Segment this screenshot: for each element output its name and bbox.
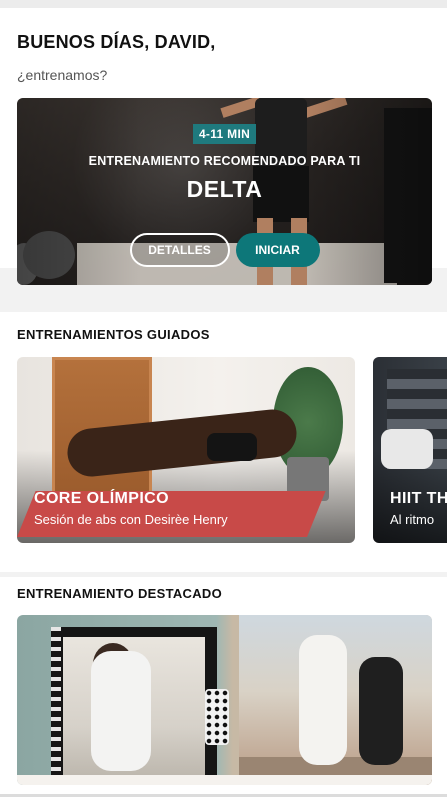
card-subtitle: Al ritmo bbox=[390, 512, 435, 527]
recommended-workout-card[interactable]: 4-11 MIN ENTRENAMIENTO RECOMENDADO PARA … bbox=[17, 98, 432, 285]
guided-workouts-section: ENTRENAMIENTOS GUIADOS CORE OLÍMPICO Ses… bbox=[0, 312, 447, 572]
film-strip-image bbox=[51, 627, 217, 785]
guided-heading: ENTRENAMIENTOS GUIADOS bbox=[17, 327, 210, 342]
featured-workout-card[interactable] bbox=[17, 615, 432, 785]
card-title: CORE OLÍMPICO bbox=[34, 490, 169, 507]
recommended-content: 4-11 MIN ENTRENAMIENTO RECOMENDADO PARA … bbox=[17, 124, 432, 203]
greeting-title: BUENOS DÍAS, DAVID, bbox=[17, 32, 216, 52]
featured-heading: ENTRENAMIENTO DESTACADO bbox=[17, 586, 223, 601]
card-subtitle: Sesión de abs con Desirèe Henry bbox=[34, 512, 228, 527]
card-title: HIIT TH bbox=[390, 490, 447, 507]
torn-paper-edge bbox=[17, 775, 432, 785]
recommended-kicker: ENTRENAMIENTO RECOMENDADO PARA TI bbox=[88, 154, 361, 168]
top-divider bbox=[0, 0, 447, 8]
start-button[interactable]: INICIAR bbox=[235, 233, 320, 267]
details-button[interactable]: DETALLES bbox=[129, 233, 230, 267]
duration-badge: 4-11 MIN bbox=[192, 124, 257, 144]
polka-dot-sticker bbox=[205, 689, 229, 745]
athlete-top-image bbox=[207, 433, 257, 461]
lunge-workout-image bbox=[239, 615, 432, 785]
card-caption: HIIT TH Al ritmo bbox=[390, 490, 447, 527]
featured-workout-section: ENTRENAMIENTO DESTACADO bbox=[0, 577, 447, 797]
workout-name: DELTA bbox=[186, 176, 263, 202]
guided-workout-card[interactable]: HIIT TH Al ritmo bbox=[373, 357, 447, 543]
greeting-subtitle: ¿entrenamos? bbox=[17, 67, 108, 83]
sneaker-image bbox=[381, 429, 433, 469]
guided-workout-card[interactable]: CORE OLÍMPICO Sesión de abs con Desirèe … bbox=[17, 357, 355, 543]
recommended-actions: DETALLES INICIAR bbox=[17, 233, 432, 267]
card-caption: CORE OLÍMPICO Sesión de abs con Desirèe … bbox=[34, 490, 228, 527]
